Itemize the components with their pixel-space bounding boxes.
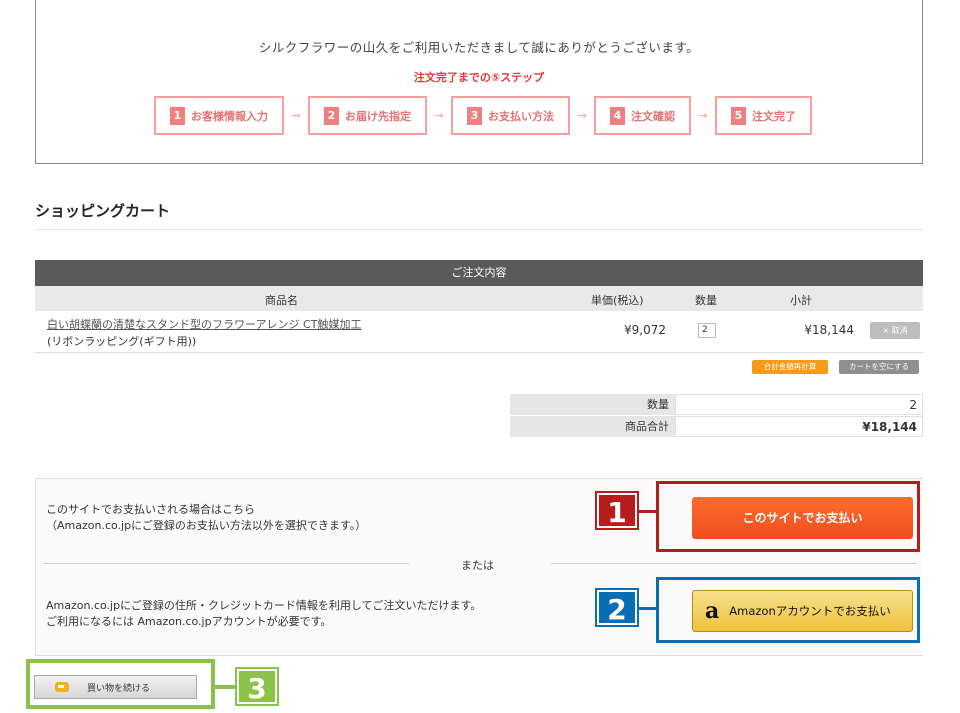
step-number: 4 (610, 106, 625, 125)
annotation-badge-1: 1 (595, 491, 639, 530)
step-number: 2 (324, 106, 339, 125)
divider (35, 229, 923, 230)
annotation-badge-3: 3 (235, 667, 279, 706)
summary-row-qty: 数量 2 (510, 394, 923, 416)
steps-title: 注文完了までの⑤ステップ (413, 71, 545, 84)
annotation-frame-2 (656, 577, 920, 643)
step-customer-info: 1 お客様情報入力 (154, 96, 284, 135)
annotation-frame-3 (26, 659, 215, 709)
summary-label: 数量 (510, 394, 675, 415)
cart-table-header: 商品名 単価(税込) 数量 小計 (35, 286, 923, 311)
annotation-badge-2: 2 (595, 588, 639, 627)
step-number: 1 (170, 106, 185, 125)
column-header-unit-price: 単価(税込) (591, 294, 644, 307)
thanks-message: シルクフラワーの山久をご利用いただきまして誠にありがとうございます。 (258, 40, 700, 55)
step-complete: 5 注文完了 (715, 96, 812, 135)
step-payment: 3 お支払い方法 (451, 96, 570, 135)
step-label: 注文確認 (631, 109, 675, 123)
annotation-frame-1 (656, 481, 920, 552)
step-label: お支払い方法 (488, 109, 554, 123)
item-subtotal: ¥18,144 (804, 323, 854, 337)
description-line: このサイトでお支払いされる場合はこちら (46, 503, 255, 516)
summary-value: 2 (675, 394, 923, 415)
annotation-connector (215, 685, 237, 689)
quantity-input[interactable]: 2 (698, 323, 716, 338)
column-header-qty: 数量 (695, 294, 717, 307)
page-title: ショッピングカート (35, 202, 171, 220)
arrow-icon: → (291, 109, 301, 122)
step-label: お届け先指定 (345, 109, 411, 123)
table-row: 白い胡蝶蘭の清楚なスタンド型のフラワーアレンジ CT触媒加工 (リボンラッピング… (35, 311, 923, 353)
step-number: 5 (731, 106, 746, 125)
step-confirm: 4 注文確認 (594, 96, 691, 135)
step-delivery: 2 お届け先指定 (308, 96, 427, 135)
arrow-icon: → (577, 109, 587, 122)
product-option: (リボンラッピング(ギフト用)) (47, 335, 197, 348)
remove-item-button[interactable]: × 取消 (870, 322, 920, 339)
column-header-name: 商品名 (265, 294, 298, 307)
column-header-subtotal: 小計 (790, 294, 812, 307)
description-line: （Amazon.co.jpにご登録のお支払い方法以外を選択できます。） (46, 519, 367, 532)
recalculate-button[interactable]: 合計金額再計算 (752, 360, 828, 374)
divider (44, 563, 409, 564)
annotation-connector (639, 510, 656, 513)
step-label: お客様情報入力 (191, 109, 268, 123)
or-separator: または (461, 559, 494, 572)
description-line: ご利用になるには Amazon.co.jpアカウントが必要です。 (46, 615, 332, 628)
steps-bar: 1 お客様情報入力 → 2 お届け先指定 → 3 お支払い方法 → 4 注文確認… (154, 96, 812, 135)
arrow-icon: → (698, 109, 708, 122)
annotation-connector (639, 607, 656, 610)
order-steps-panel: シルクフラワーの山久をご利用いただきまして誠にありがとうございます。 注文完了ま… (35, 0, 923, 164)
step-label: 注文完了 (752, 109, 796, 123)
order-summary: 数量 2 商品合計 ¥18,144 (510, 394, 923, 438)
summary-row-total: 商品合計 ¥18,144 (510, 416, 923, 438)
summary-label: 商品合計 (510, 416, 675, 437)
unit-price: ¥9,072 (624, 323, 666, 337)
description-line: Amazon.co.jpにご登録の住所・クレジットカード情報を利用してご注文いた… (46, 599, 482, 612)
cart-table-heading: ご注文内容 (35, 260, 923, 286)
amazon-payment-description: Amazon.co.jpにご登録の住所・クレジットカード情報を利用してご注文いた… (46, 598, 481, 630)
empty-cart-button[interactable]: カートを空にする (839, 360, 919, 374)
divider (551, 563, 916, 564)
step-number: 3 (467, 106, 482, 125)
summary-value: ¥18,144 (675, 416, 923, 437)
arrow-icon: → (434, 109, 444, 122)
site-payment-description: このサイトでお支払いされる場合はこちら （Amazon.co.jpにご登録のお支… (46, 502, 366, 534)
product-link[interactable]: 白い胡蝶蘭の清楚なスタンド型のフラワーアレンジ CT触媒加工 (47, 316, 361, 332)
